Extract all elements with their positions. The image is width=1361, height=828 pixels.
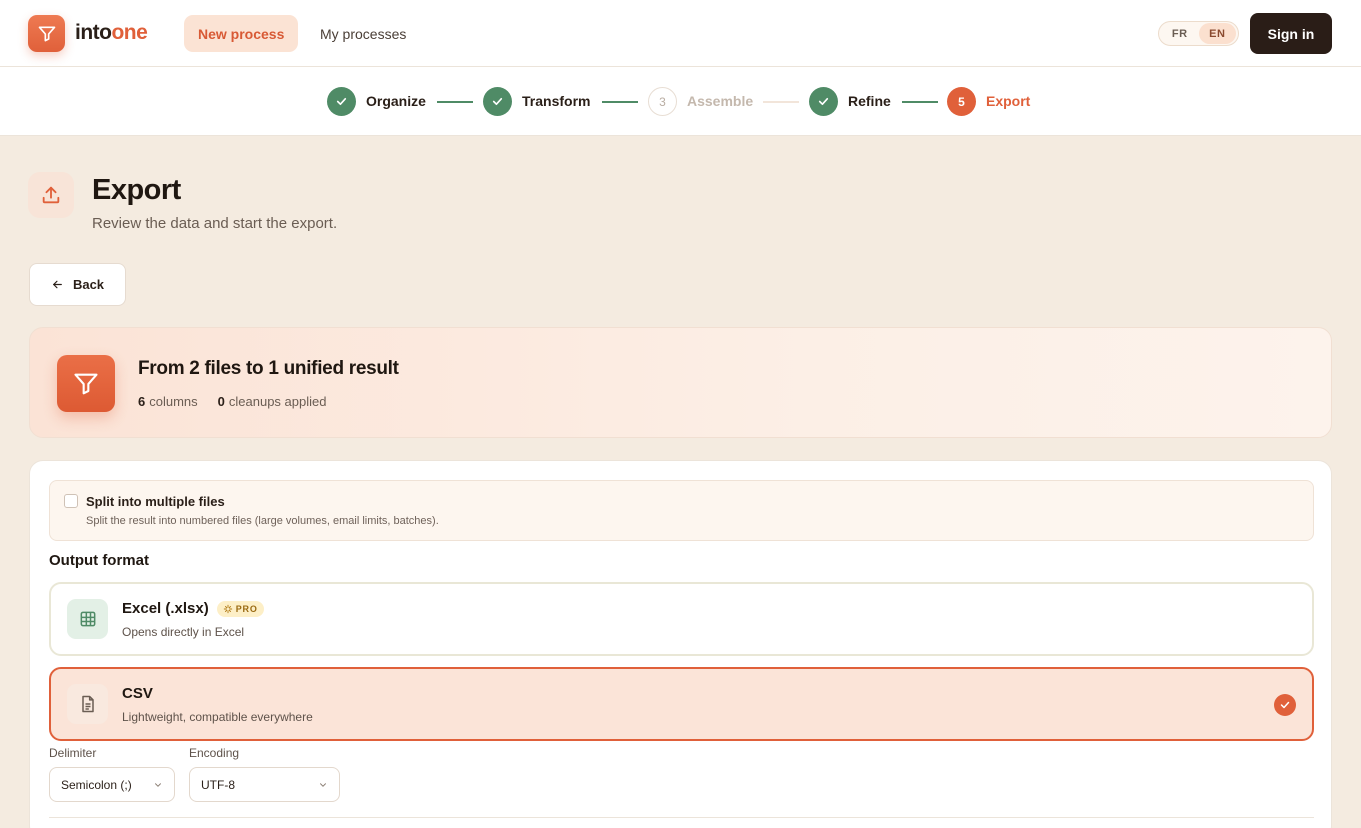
nav-my-processes[interactable]: My processes bbox=[306, 15, 420, 52]
split-checkbox[interactable] bbox=[64, 494, 78, 508]
summary-card: From 2 files to 1 unified result 6 column… bbox=[29, 327, 1332, 438]
split-description: Split the result into numbered files (la… bbox=[86, 515, 439, 527]
sign-in-button[interactable]: Sign in bbox=[1250, 13, 1332, 54]
cleanups-stat: 0 cleanups applied bbox=[217, 394, 327, 409]
split-title[interactable]: Split into multiple files bbox=[86, 494, 225, 509]
stepper: Organize Transform 3 Assemble Refine 5 E… bbox=[0, 67, 1361, 136]
split-option[interactable]: Split into multiple files Split the resu… bbox=[49, 480, 1314, 541]
csv-description: Lightweight, compatible everywhere bbox=[122, 710, 313, 724]
step-refine-check[interactable] bbox=[809, 87, 838, 116]
step-organize-label[interactable]: Organize bbox=[366, 93, 426, 109]
back-label: Back bbox=[72, 277, 105, 292]
encoding-label: Encoding bbox=[189, 746, 240, 760]
step-transform-label[interactable]: Transform bbox=[522, 93, 590, 109]
back-button[interactable]: Back bbox=[29, 263, 126, 306]
spreadsheet-icon bbox=[80, 611, 95, 627]
lang-fr[interactable]: FR bbox=[1161, 23, 1199, 44]
step-organize-check[interactable] bbox=[327, 87, 356, 116]
step-assemble-label[interactable]: Assemble bbox=[687, 93, 753, 109]
csv-title: CSV bbox=[122, 685, 153, 702]
page-title: Export bbox=[92, 174, 181, 206]
step-export-number[interactable]: 5 bbox=[947, 87, 976, 116]
step-connector bbox=[602, 101, 638, 103]
top-bar: intoone New process My processes FR EN S… bbox=[0, 0, 1361, 67]
output-format-label: Output format bbox=[49, 552, 149, 569]
brand-name[interactable]: intoone bbox=[75, 21, 148, 45]
sparkle-icon bbox=[223, 604, 232, 613]
step-connector bbox=[437, 101, 473, 103]
csv-icon-box bbox=[67, 684, 108, 724]
chevron-down-icon bbox=[320, 782, 326, 787]
summary-icon bbox=[57, 355, 115, 412]
divider bbox=[49, 817, 1314, 818]
funnel-icon bbox=[38, 26, 55, 42]
step-assemble-number[interactable]: 3 bbox=[648, 87, 677, 116]
page-icon bbox=[28, 172, 74, 218]
upload-icon bbox=[42, 186, 60, 204]
page-subtitle: Review the data and start the export. bbox=[92, 215, 338, 232]
step-export-label[interactable]: Export bbox=[986, 93, 1030, 109]
funnel-icon bbox=[74, 373, 98, 394]
step-connector bbox=[902, 101, 938, 103]
encoding-select[interactable]: UTF-8 bbox=[189, 767, 340, 802]
check-icon bbox=[1280, 701, 1290, 709]
columns-stat: 6 columns bbox=[138, 394, 198, 409]
format-option-csv[interactable]: CSV Lightweight, compatible everywhere bbox=[49, 667, 1314, 741]
step-refine-label[interactable]: Refine bbox=[848, 93, 891, 109]
check-icon bbox=[492, 97, 503, 106]
check-icon bbox=[336, 97, 347, 106]
summary-title: From 2 files to 1 unified result bbox=[138, 358, 399, 379]
language-switch: FR EN bbox=[1158, 21, 1239, 46]
logo[interactable] bbox=[28, 15, 65, 52]
delimiter-select[interactable]: Semicolon (;) bbox=[49, 767, 175, 802]
lang-en[interactable]: EN bbox=[1198, 23, 1236, 44]
excel-title: Excel (.xlsx) PRO bbox=[122, 600, 264, 617]
export-options-panel: Split into multiple files Split the resu… bbox=[29, 460, 1332, 828]
pro-badge: PRO bbox=[216, 600, 264, 617]
chevron-down-icon bbox=[155, 782, 161, 787]
summary-meta: 6 columns 0 cleanups applied bbox=[138, 394, 326, 409]
delimiter-label: Delimiter bbox=[49, 746, 97, 760]
excel-icon-box bbox=[67, 599, 108, 639]
excel-description: Opens directly in Excel bbox=[122, 625, 245, 639]
arrow-left-icon bbox=[53, 280, 62, 289]
check-icon bbox=[818, 97, 829, 106]
selected-check bbox=[1274, 694, 1296, 716]
nav-new-process[interactable]: New process bbox=[184, 15, 299, 52]
document-icon bbox=[81, 695, 94, 713]
step-transform-check[interactable] bbox=[483, 87, 512, 116]
format-option-excel[interactable]: Excel (.xlsx) PRO Opens directly in Exce… bbox=[49, 582, 1314, 656]
step-connector bbox=[763, 101, 799, 103]
